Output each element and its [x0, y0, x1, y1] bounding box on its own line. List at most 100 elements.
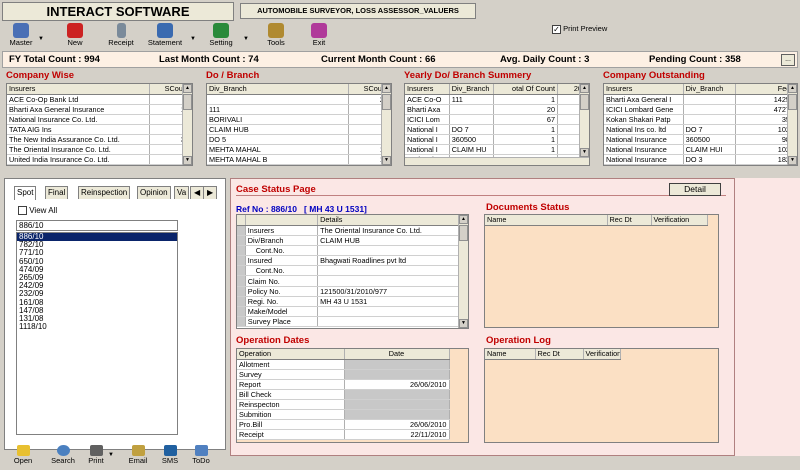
operation-log-grid[interactable]: Name Rec Dt Verification [484, 348, 719, 443]
receipt-button[interactable]: Receipt [104, 22, 138, 50]
operation-dates-grid[interactable]: Operation Date Allotment Survey Report 26/… [236, 348, 469, 443]
column-header[interactable]: Div_Branch [683, 84, 736, 95]
table-row[interactable]: 1111 [207, 104, 391, 115]
setting-button[interactable]: Setting [204, 22, 238, 50]
table-row[interactable]: The Oriental Insurance Co. Ltd.5 [7, 144, 192, 155]
tab-final[interactable]: Final [45, 186, 69, 199]
scroll-down-icon[interactable]: ▼ [788, 156, 797, 165]
table-row[interactable]: DO 51 [207, 134, 391, 145]
scroll-thumb[interactable] [580, 94, 589, 110]
vertical-scrollbar[interactable]: ▲ ▼ [381, 84, 391, 165]
company-outstanding-grid[interactable]: Insurers Div_Branch Fees Bharti Axa Genera… [603, 83, 798, 166]
table-row[interactable]: Bharti Axa General I 14250 [604, 94, 797, 105]
table-row[interactable]: Pro.Bill 26/06/2010 [237, 419, 450, 430]
table-row[interactable]: Kokan Shakari Patp350 [604, 114, 797, 125]
print-dropdown-icon[interactable]: ▼ [108, 452, 114, 458]
do-branch-grid[interactable]: Div_BranchSCount 24 1111 BORIVALI1 CLAIM… [206, 83, 392, 166]
table-row[interactable]: National I 360500 1 [405, 134, 589, 145]
statement-dropdown-icon[interactable]: ▼ [190, 36, 196, 42]
column-header[interactable]: Name [485, 349, 536, 360]
table-row[interactable]: Div/Branch CLAIM HUB [237, 235, 468, 246]
table-row[interactable]: Receipt 22/11/2010 [237, 429, 450, 440]
table-row[interactable]: Reinspecton [237, 399, 450, 410]
documents-status-grid[interactable]: Name Rec Dt Verification [484, 214, 719, 328]
scroll-up-icon[interactable]: ▲ [580, 84, 589, 93]
table-row[interactable]: Report 26/06/2010 [237, 379, 450, 390]
view-all-check[interactable] [18, 206, 27, 216]
table-row[interactable]: United India Insurance Co. Ltd.2 [7, 154, 192, 165]
table-row[interactable]: TATA AIG Ins1 [7, 124, 192, 135]
table-row[interactable]: Bharti Axa202 [405, 104, 589, 115]
scroll-down-icon[interactable]: ▼ [459, 319, 468, 328]
table-row[interactable]: Allotment [237, 359, 450, 370]
print-button[interactable]: Print [84, 444, 108, 470]
table-row[interactable]: Survey [237, 369, 450, 380]
scroll-thumb[interactable] [788, 94, 797, 110]
column-header[interactable]: Rec Dt [607, 215, 652, 226]
table-row[interactable]: Regi. No. MH 43 U 1531 [237, 296, 468, 308]
table-row[interactable]: National Insurance DO 3 1820 [604, 154, 797, 165]
new-button[interactable]: New [62, 22, 88, 50]
tools-button[interactable]: Tools [262, 22, 290, 50]
column-header[interactable]: Verification [651, 215, 708, 226]
table-row[interactable]: BORIVALI1 [207, 114, 391, 125]
tab-opinion[interactable]: Opinion [137, 186, 171, 199]
ref-no-list[interactable]: 886/10 782/10 771/10 650/10 474/09 265/0… [16, 232, 178, 435]
table-row[interactable]: National Insurance360500980 [604, 134, 797, 145]
search-button[interactable]: Search [48, 444, 78, 470]
table-row[interactable]: ACE Co-O 111 1 [405, 94, 589, 105]
tab-valuation[interactable]: Va [174, 186, 190, 199]
column-header[interactable]: Div_Branch [207, 84, 350, 95]
table-row[interactable]: MEHTA MAHAL13 [207, 144, 391, 155]
table-row[interactable]: National I DO 71 [405, 124, 589, 135]
column-header[interactable]: Insurers [7, 84, 151, 95]
scroll-thumb[interactable] [459, 225, 468, 241]
column-header[interactable]: Rec Dt [535, 349, 584, 360]
table-row[interactable]: Cont.No. [237, 265, 468, 277]
scroll-thumb[interactable] [382, 94, 391, 110]
vertical-scrollbar[interactable]: ▲ ▼ [458, 215, 468, 328]
print-preview-check[interactable]: ✓ [552, 24, 561, 34]
statement-button[interactable]: Statement [144, 22, 186, 50]
ref-no-input[interactable]: 886/10 [16, 220, 178, 231]
table-row[interactable]: National Insurance CLAIM HUI 1020 [604, 144, 797, 155]
vertical-scrollbar[interactable]: ▲ ▼ [182, 84, 192, 165]
column-header[interactable]: Verification [583, 349, 621, 360]
table-row[interactable]: Claim No. [237, 275, 468, 287]
table-row[interactable]: Make/Model [237, 306, 468, 318]
table-row[interactable]: Bharti Axa General Insurance19 [7, 104, 192, 115]
company-wise-grid[interactable]: InsurersSCount ACE Co-Op Bank Ltd1 Bhart… [6, 83, 193, 166]
vertical-scrollbar[interactable]: ▲ ▼ [579, 84, 589, 157]
table-row[interactable]: ACE Co-Op Bank Ltd1 [7, 94, 192, 105]
table-row[interactable]: 24 [207, 94, 391, 105]
case-details-grid[interactable]: Details Insurers The Oriental Insurance C… [236, 214, 469, 329]
column-header[interactable]: Name [485, 215, 608, 226]
table-row[interactable]: Insurers The Oriental Insurance Co. Ltd. [237, 225, 468, 236]
table-row[interactable]: National I CLAIM HU 1 [405, 144, 589, 155]
table-row[interactable]: National Insurance Co. Ltd.2 [7, 114, 192, 125]
column-header[interactable]: Operation [237, 349, 345, 360]
yearly-summary-grid[interactable]: InsurersDiv_Branchotal Of Count201 ACE C… [404, 83, 590, 166]
vertical-scrollbar[interactable]: ▲ ▼ [787, 84, 797, 165]
table-row[interactable]: MEHTA MAHAL B14 [207, 154, 391, 165]
column-header[interactable]: Insurers [405, 84, 450, 95]
table-row[interactable]: National Ins co. ltd DO 7 1020 [604, 124, 797, 135]
todo-button[interactable]: ToDo [188, 444, 214, 470]
table-row[interactable]: Cont.No. [237, 245, 468, 257]
master-dropdown-icon[interactable]: ▼ [38, 36, 44, 42]
column-header[interactable]: otal Of Count [493, 84, 559, 95]
table-row[interactable]: Bill Check [237, 389, 450, 400]
scroll-thumb[interactable] [183, 94, 192, 110]
list-item[interactable]: 1118/10 [17, 322, 177, 331]
scroll-up-icon[interactable]: ▲ [382, 84, 391, 93]
stats-more-button[interactable]: ... [781, 54, 795, 66]
scroll-up-icon[interactable]: ▲ [183, 84, 192, 93]
tab-scroll-right-icon[interactable]: ▶ [203, 186, 218, 199]
view-all-checkbox[interactable]: View All [18, 206, 57, 216]
table-row[interactable]: ICICI Lombard Gene 47272 [604, 104, 797, 115]
master-button[interactable]: Master [4, 22, 38, 50]
column-header[interactable]: Date [344, 349, 450, 360]
exit-button[interactable]: Exit [306, 22, 332, 50]
email-button[interactable]: Email [124, 444, 152, 470]
table-row[interactable]: Submition [237, 409, 450, 420]
